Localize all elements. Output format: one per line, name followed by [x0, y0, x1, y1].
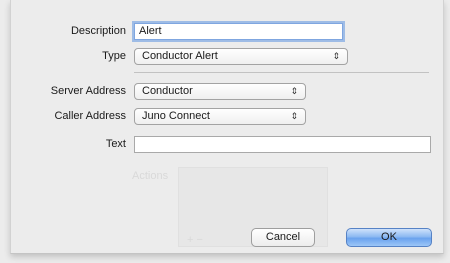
background-actions-label: Actions — [132, 170, 169, 182]
background-add-icon: + − — [187, 234, 203, 246]
type-label: Type — [102, 50, 126, 62]
server-address-value: Conductor — [142, 85, 193, 97]
cancel-button[interactable]: Cancel — [251, 228, 315, 247]
description-field[interactable]: Alert — [134, 23, 343, 40]
text-field[interactable] — [134, 136, 431, 153]
caller-address-popup[interactable]: Juno Connect ⇕ — [134, 108, 306, 125]
type-popup-value: Conductor Alert — [142, 50, 218, 62]
server-address-label: Server Address — [50, 85, 126, 97]
up-down-chevron-icon: ⇕ — [332, 51, 340, 61]
up-down-chevron-icon: ⇕ — [290, 86, 298, 96]
server-address-popup[interactable]: Conductor ⇕ — [134, 83, 306, 100]
description-label: Description — [70, 25, 126, 37]
separator — [134, 72, 429, 73]
caller-address-value: Juno Connect — [142, 110, 210, 122]
text-label: Text — [105, 138, 126, 150]
type-popup[interactable]: Conductor Alert ⇕ — [134, 48, 348, 65]
caller-address-label: Caller Address — [54, 110, 126, 122]
up-down-chevron-icon: ⇕ — [290, 111, 298, 121]
ok-button[interactable]: OK — [346, 228, 432, 247]
dialog-sheet: Actions + − Description Alert Type Condu… — [10, 0, 444, 254]
